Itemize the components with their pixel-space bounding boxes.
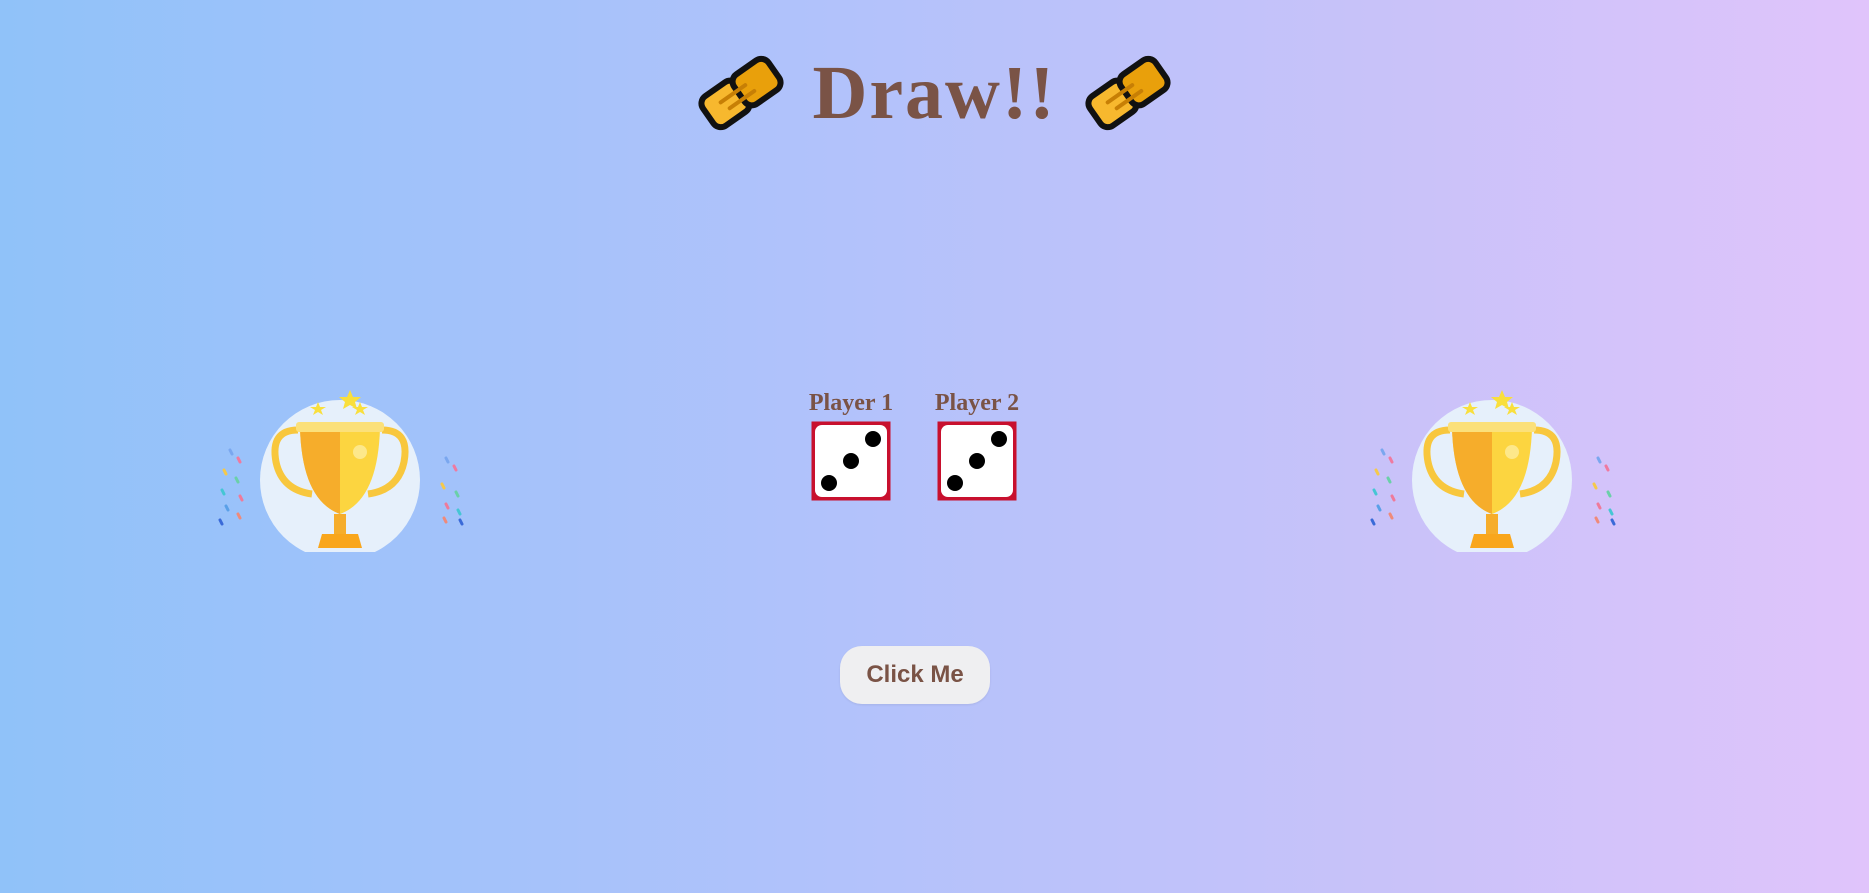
trophy-icon	[218, 390, 464, 552]
player-1: Player 1	[808, 388, 894, 502]
click-me-button[interactable]: Click Me	[840, 646, 990, 704]
player-2-die	[937, 421, 1017, 501]
die-pip	[821, 475, 837, 491]
player-2-label: Player 2	[934, 390, 1020, 416]
handshake-icon	[1085, 55, 1171, 131]
die-pip	[843, 453, 859, 469]
die-pip	[991, 431, 1007, 447]
player-1-die	[811, 421, 891, 501]
handshake-icon	[698, 55, 784, 131]
players-area: Player 1 Player 2	[808, 388, 1020, 502]
die-pip	[969, 453, 985, 469]
result-title: Draw!!	[812, 51, 1057, 135]
die-pip	[947, 475, 963, 491]
die-pip	[865, 431, 881, 447]
result-heading: Draw!!	[0, 48, 1869, 138]
trophy-icon	[1370, 390, 1616, 552]
player-2: Player 2	[934, 388, 1020, 502]
player-1-label: Player 1	[808, 390, 894, 416]
